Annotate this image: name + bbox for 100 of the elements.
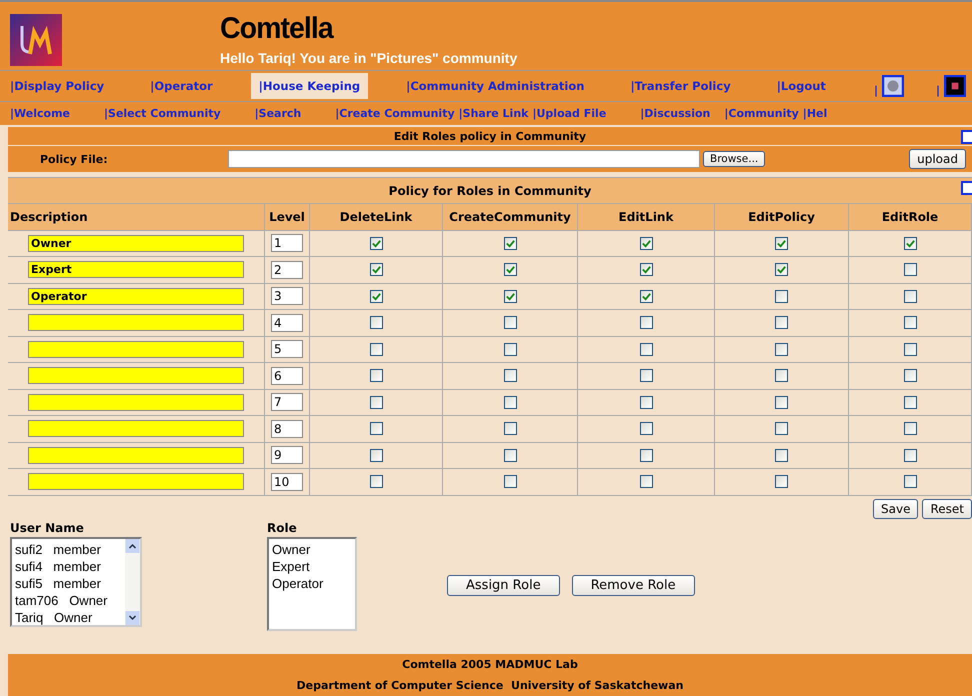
globe-icon[interactable]: [882, 75, 904, 97]
checkbox[interactable]: [370, 316, 382, 330]
list-item[interactable]: sufi2 member: [15, 540, 122, 558]
checkbox[interactable]: [904, 396, 916, 409]
checkbox[interactable]: [504, 369, 516, 382]
description-field[interactable]: [28, 340, 244, 358]
level-field[interactable]: 3: [271, 287, 303, 306]
nav-icon-tab[interactable]: |: [872, 73, 906, 99]
checkbox[interactable]: [504, 342, 516, 356]
checkbox[interactable]: [370, 342, 382, 356]
nav-link[interactable]: |Create Community: [335, 107, 455, 120]
description-field[interactable]: Operator: [28, 288, 244, 305]
checkbox[interactable]: [775, 316, 788, 330]
list-item[interactable]: Expert: [272, 558, 352, 574]
nav-tab[interactable]: |Logout: [776, 73, 834, 99]
checkbox[interactable]: [904, 290, 916, 303]
file-path-field[interactable]: [228, 150, 700, 168]
list-item[interactable]: tam706 Owner: [15, 592, 122, 608]
description-field[interactable]: [28, 473, 244, 490]
nav-tab[interactable]: |Community Administration: [406, 73, 592, 99]
nav-icon-tab[interactable]: |: [934, 73, 968, 99]
scroll-down-icon[interactable]: [125, 610, 140, 624]
checkbox[interactable]: [640, 263, 652, 276]
nav-link[interactable]: |Community: [724, 107, 799, 120]
nav-tab[interactable]: |House Keeping: [250, 73, 368, 99]
description-field[interactable]: [28, 394, 244, 411]
checkbox[interactable]: [640, 422, 652, 436]
list-item[interactable]: Owner: [272, 540, 352, 558]
role-button[interactable]: Assign Role: [447, 574, 560, 596]
level-field[interactable]: 10: [271, 472, 303, 491]
description-field[interactable]: [28, 367, 244, 384]
checkbox[interactable]: [640, 342, 652, 356]
checkbox[interactable]: [370, 448, 382, 462]
nav-tab[interactable]: |Display Policy: [10, 73, 112, 99]
checkbox[interactable]: [504, 396, 516, 409]
checkbox[interactable]: [370, 422, 382, 436]
nav-link[interactable]: |Search: [254, 107, 302, 120]
upload-button[interactable]: upload: [909, 149, 966, 169]
checkbox[interactable]: [640, 475, 652, 488]
checkbox[interactable]: [904, 475, 916, 488]
nav-link[interactable]: |Welcome: [10, 107, 70, 120]
checkbox[interactable]: [775, 448, 788, 462]
list-item[interactable]: sufi5 member: [15, 574, 122, 592]
checkbox[interactable]: [904, 236, 916, 250]
list-item[interactable]: Operator: [272, 574, 352, 592]
checkbox[interactable]: [775, 396, 788, 409]
level-field[interactable]: 6: [271, 366, 303, 385]
description-field[interactable]: [28, 446, 244, 464]
scroll-up-icon[interactable]: [125, 538, 140, 552]
checkbox[interactable]: [504, 316, 516, 330]
nav-link[interactable]: |Hel: [802, 107, 828, 120]
checkbox[interactable]: [904, 342, 916, 356]
level-field[interactable]: 8: [271, 420, 303, 438]
user-list[interactable]: sufi2 member sufi4 member sufi5 member tam706 Owner Tariq Owner: [10, 536, 142, 626]
level-field[interactable]: 2: [271, 260, 303, 279]
nav-link[interactable]: |Share Link: [458, 107, 528, 120]
checkbox[interactable]: [640, 369, 652, 382]
checkbox[interactable]: [504, 263, 516, 276]
form-button[interactable]: Save: [873, 498, 918, 518]
nav-link[interactable]: |Select Community: [104, 107, 221, 120]
checkbox[interactable]: [775, 342, 788, 356]
checkbox[interactable]: [370, 290, 382, 303]
nav-link[interactable]: |Upload File: [532, 107, 606, 120]
checkbox[interactable]: [961, 130, 972, 144]
checkbox[interactable]: [370, 396, 382, 409]
list-item[interactable]: sufi4 member: [15, 558, 122, 574]
nav-link[interactable]: |Discussion: [640, 107, 710, 120]
checkbox[interactable]: [775, 475, 788, 488]
checkbox[interactable]: [904, 316, 916, 330]
checkbox[interactable]: [504, 422, 516, 436]
description-field[interactable]: Expert: [28, 261, 244, 278]
checkbox[interactable]: [904, 369, 916, 382]
description-field[interactable]: [28, 420, 244, 438]
checkbox[interactable]: [775, 290, 788, 303]
nav-tab[interactable]: |Transfer Policy: [630, 73, 739, 99]
level-field[interactable]: 5: [271, 340, 303, 358]
stop-icon[interactable]: [944, 75, 966, 97]
checkbox[interactable]: [504, 236, 516, 250]
checkbox[interactable]: [640, 316, 652, 330]
description-field[interactable]: [28, 314, 244, 332]
role-list[interactable]: Owner Expert Operator: [267, 536, 357, 630]
browse-button[interactable]: Browse...: [703, 151, 766, 167]
checkbox[interactable]: [775, 422, 788, 436]
level-field[interactable]: 7: [271, 393, 303, 412]
checkbox[interactable]: [904, 263, 916, 276]
checkbox[interactable]: [370, 236, 382, 250]
checkbox[interactable]: [504, 290, 516, 303]
checkbox[interactable]: [370, 263, 382, 276]
checkbox[interactable]: [775, 369, 788, 382]
level-field[interactable]: 1: [271, 234, 303, 252]
form-button[interactable]: Reset: [922, 498, 972, 518]
checkbox[interactable]: [775, 263, 788, 276]
checkbox[interactable]: [904, 448, 916, 462]
checkbox[interactable]: [370, 369, 382, 382]
level-field[interactable]: 4: [271, 314, 303, 332]
checkbox[interactable]: [370, 475, 382, 488]
description-field[interactable]: Owner: [28, 234, 244, 252]
checkbox[interactable]: [961, 181, 972, 195]
checkbox[interactable]: [640, 396, 652, 409]
nav-tab[interactable]: |Operator: [150, 73, 221, 99]
